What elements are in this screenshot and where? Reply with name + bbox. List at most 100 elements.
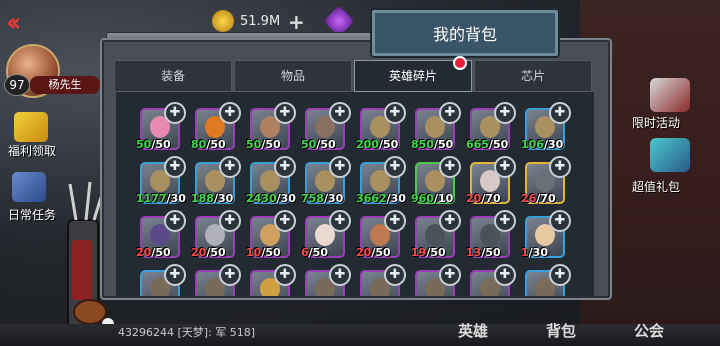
- fragment-count: 188/30: [191, 192, 241, 205]
- welfare-label[interactable]: 福利领取: [8, 142, 56, 159]
- fragment-owned: 50: [301, 138, 317, 151]
- puzzle-piece-icon: ✚: [549, 102, 571, 124]
- fragment-required: /70: [481, 192, 501, 205]
- puzzle-piece-icon: ✚: [384, 264, 406, 286]
- backpack-nav-button[interactable]: 背包: [546, 320, 576, 341]
- fragment-required: /30: [213, 192, 234, 205]
- fragment-item[interactable]: ✚ 960/10: [411, 156, 461, 206]
- notification-dot: [453, 56, 467, 70]
- fragment-count: 758/30: [301, 192, 351, 205]
- tab-equipment[interactable]: 装备: [114, 60, 232, 92]
- fragment-item[interactable]: ✚ 50/50: [246, 102, 296, 152]
- back-arrow-icon[interactable]: ‹‹: [6, 8, 40, 38]
- fragment-item[interactable]: ✚ 758/30: [301, 156, 351, 206]
- fragment-required: /50: [206, 246, 226, 259]
- gift-box-icon[interactable]: [14, 112, 48, 142]
- fragment-count: 1177/30: [136, 192, 186, 205]
- fragment-item[interactable]: ✚ 850/50: [411, 102, 461, 152]
- window-title-box: 我的背包: [372, 10, 558, 56]
- puzzle-piece-icon: ✚: [439, 156, 461, 178]
- fragment-owned: 20: [466, 192, 482, 205]
- fragment-item[interactable]: ✚ 6/50: [301, 210, 351, 260]
- fragment-item[interactable]: ✚ 1177/30: [136, 156, 186, 206]
- timed-event-icon[interactable]: [650, 78, 690, 112]
- fragment-item[interactable]: ✚ 13/50: [466, 210, 516, 260]
- fragment-required: /50: [371, 246, 391, 259]
- fragment-owned: 960: [411, 192, 434, 205]
- fragment-item[interactable]: ✚ 188/30: [191, 156, 241, 206]
- fragment-count: 106/30: [521, 138, 571, 151]
- fragment-item[interactable]: ✚ 10/50: [246, 210, 296, 260]
- fragment-item[interactable]: ✚ 80/50: [191, 102, 241, 152]
- fragment-item[interactable]: ✚ 20/70: [466, 156, 516, 206]
- fragment-owned: 188: [191, 192, 214, 205]
- hero-nav-button[interactable]: 英雄: [458, 320, 488, 341]
- fragment-item[interactable]: ✚: [301, 264, 351, 296]
- fragment-required: /50: [151, 138, 171, 151]
- fragment-count: 50/50: [136, 138, 186, 151]
- fragment-owned: 20: [136, 246, 152, 259]
- fragment-item[interactable]: ✚: [191, 264, 241, 296]
- fragment-item[interactable]: ✚: [411, 264, 461, 296]
- fragment-owned: 50: [246, 138, 262, 151]
- fragment-item[interactable]: ✚ 106/30: [521, 102, 571, 152]
- fragment-required: /50: [308, 246, 328, 259]
- fragment-owned: 3662: [356, 192, 387, 205]
- fragment-item[interactable]: ✚: [136, 264, 186, 296]
- puzzle-piece-icon: ✚: [384, 156, 406, 178]
- fragment-item[interactable]: ✚ 26/70: [521, 156, 571, 206]
- fragment-count: 20/70: [466, 192, 516, 205]
- puzzle-piece-icon: ✚: [329, 264, 351, 286]
- tab-items[interactable]: 物品: [234, 60, 352, 92]
- fragment-required: /50: [433, 138, 454, 151]
- value-pack-icon[interactable]: [650, 138, 690, 172]
- fragment-item[interactable]: ✚ 50/50: [136, 102, 186, 152]
- fragment-owned: 6: [301, 246, 309, 259]
- fragment-owned: 20: [356, 246, 372, 259]
- fragment-count: 665/50: [466, 138, 516, 151]
- add-gold-button[interactable]: +: [288, 10, 305, 34]
- guild-nav-button[interactable]: 公会: [634, 320, 664, 341]
- value-pack-label[interactable]: 超值礼包: [632, 178, 680, 195]
- fragment-item[interactable]: ✚ 20/50: [136, 210, 186, 260]
- fragment-count: 26/70: [521, 192, 571, 205]
- fragment-item[interactable]: ✚ 665/50: [466, 102, 516, 152]
- puzzle-piece-icon: ✚: [494, 264, 516, 286]
- puzzle-piece-icon: ✚: [329, 156, 351, 178]
- fragment-grid-area[interactable]: ✚ 50/50 ✚ 80/50 ✚ 50/50 ✚ 50/50 ✚ 200/50 ✚ 850/50 ✚ 6…: [116, 92, 594, 296]
- gold-amount: 51.9M: [240, 14, 281, 29]
- quest-scroll-icon[interactable]: [12, 172, 46, 202]
- fragment-item[interactable]: ✚: [246, 264, 296, 296]
- fragment-owned: 13: [466, 246, 482, 259]
- fragment-item[interactable]: ✚ 50/50: [301, 102, 351, 152]
- fragment-required: /70: [536, 192, 556, 205]
- puzzle-piece-icon: ✚: [494, 102, 516, 124]
- chat-line[interactable]: 43296244 [天梦]: 军 518]: [118, 324, 255, 340]
- fragment-count: 6/50: [301, 246, 351, 259]
- fragment-item[interactable]: ✚ 19/50: [411, 210, 461, 260]
- fragment-item[interactable]: ✚ 20/50: [356, 210, 406, 260]
- fragment-item[interactable]: ✚: [356, 264, 406, 296]
- tab-chips[interactable]: 芯片: [474, 60, 592, 92]
- fragment-item[interactable]: ✚ 200/50: [356, 102, 406, 152]
- fragment-item[interactable]: ✚ 3662/30: [356, 156, 406, 206]
- fragment-item[interactable]: ✚: [521, 264, 571, 296]
- puzzle-piece-icon: ✚: [439, 210, 461, 232]
- fragment-required: /30: [166, 192, 186, 205]
- fragment-count: 50/50: [246, 138, 296, 151]
- puzzle-piece-icon: ✚: [384, 102, 406, 124]
- fragment-required: /50: [261, 138, 281, 151]
- tab-hero-fragments[interactable]: 英雄碎片: [354, 56, 472, 92]
- fragment-grid: ✚ 50/50 ✚ 80/50 ✚ 50/50 ✚ 50/50 ✚ 200/50 ✚ 850/50 ✚ 6…: [136, 102, 571, 296]
- fragment-required: /30: [323, 192, 344, 205]
- daily-quest-label[interactable]: 日常任务: [8, 206, 56, 223]
- fragment-item[interactable]: ✚ 2430/30: [246, 156, 296, 206]
- fragment-count: 20/50: [191, 246, 241, 259]
- fragment-count: 2430/30: [246, 192, 296, 205]
- timed-event-label[interactable]: 限时活动: [632, 114, 680, 131]
- fragment-item[interactable]: ✚: [466, 264, 516, 296]
- fragment-item[interactable]: ✚ 1/30: [521, 210, 571, 260]
- fragment-item[interactable]: ✚ 20/50: [191, 210, 241, 260]
- puzzle-piece-icon: ✚: [219, 210, 241, 232]
- fragment-owned: 106: [521, 138, 544, 151]
